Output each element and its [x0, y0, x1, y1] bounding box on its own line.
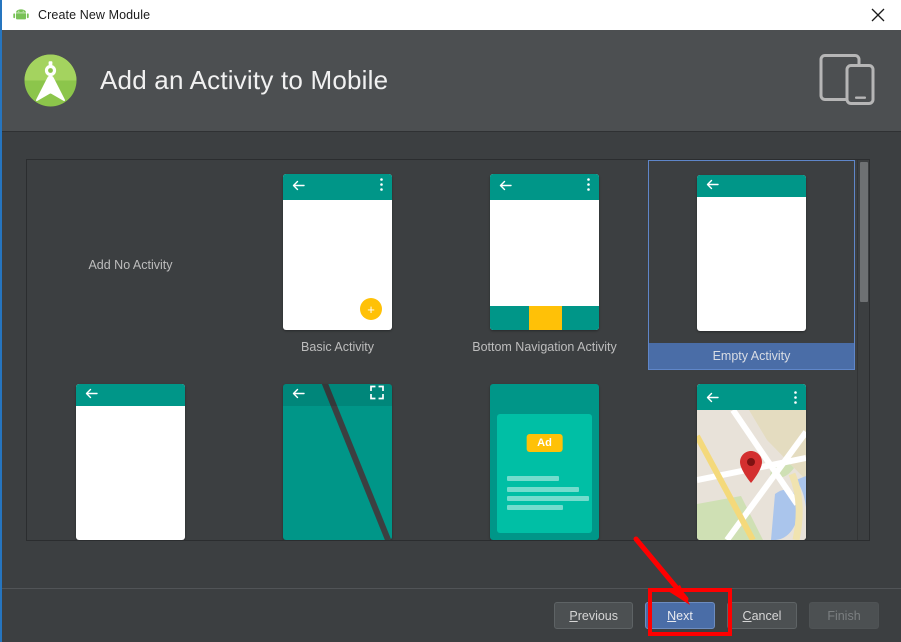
template-thumbnail	[649, 175, 854, 333]
back-arrow-icon	[706, 177, 719, 195]
dialog-header: Add an Activity to Mobile	[2, 30, 901, 132]
activity-gallery-panel: Add No Activity + Basic Activity Bottom …	[2, 133, 901, 588]
vertical-scrollbar[interactable]	[857, 160, 869, 540]
next-button[interactable]: Next	[645, 602, 715, 629]
back-arrow-icon	[292, 386, 305, 404]
template-label: Basic Activity	[301, 340, 374, 354]
template-google-maps-activity[interactable]	[648, 370, 855, 540]
android-icon	[12, 7, 30, 23]
activity-gallery[interactable]: Add No Activity + Basic Activity Bottom …	[26, 159, 870, 541]
template-thumbnail	[27, 384, 234, 540]
template-thumbnail	[234, 384, 441, 540]
back-arrow-icon	[292, 178, 305, 196]
floating-action-button-icon: +	[360, 298, 382, 320]
overflow-menu-icon	[587, 178, 590, 196]
template-thumbnail: Ad	[441, 384, 648, 540]
ad-badge: Ad	[526, 434, 563, 452]
previous-button-label: revious	[577, 608, 618, 623]
finish-button-label: inish	[834, 608, 861, 623]
cancel-button-mnemonic: C	[742, 608, 752, 623]
back-arrow-icon	[85, 386, 98, 404]
template-label: Empty Activity	[649, 343, 854, 369]
template-thumbnail	[648, 384, 855, 540]
finish-button-mnemonic: F	[827, 608, 835, 623]
scrollbar-thumb[interactable]	[860, 162, 868, 302]
template-ad-activity[interactable]: Ad	[441, 370, 648, 540]
template-label: Bottom Navigation Activity	[472, 340, 617, 354]
dialog-footer: Previous Next Cancel Finish	[2, 588, 901, 642]
next-button-mnemonic: N	[667, 608, 677, 623]
finish-button: Finish	[809, 602, 879, 629]
bottom-navigation-bar-icon	[490, 306, 599, 330]
fullscreen-icon	[370, 385, 384, 405]
window-title: Create New Module	[38, 8, 151, 22]
cancel-button[interactable]: Cancel	[727, 602, 797, 629]
previous-button[interactable]: Previous	[554, 602, 633, 629]
page-title: Add an Activity to Mobile	[100, 65, 389, 95]
close-icon[interactable]	[855, 0, 901, 30]
tablet-and-phone-icon	[819, 51, 875, 110]
template-thumbnail	[441, 174, 648, 332]
map-graphic-icon	[697, 384, 806, 540]
template-empty-activity[interactable]: Empty Activity	[648, 160, 855, 370]
template-fullscreen-activity[interactable]	[234, 370, 441, 540]
template-thumbnail: +	[234, 174, 441, 332]
template-add-no-activity[interactable]: Add No Activity	[27, 160, 234, 370]
android-studio-logo	[23, 53, 78, 108]
title-bar: Create New Module	[2, 0, 901, 30]
template-label: Add No Activity	[88, 258, 173, 272]
previous-button-mnemonic: P	[569, 608, 578, 623]
template-basic-activity[interactable]: + Basic Activity	[234, 160, 441, 370]
back-arrow-icon	[499, 178, 512, 196]
cancel-button-label: ancel	[751, 608, 782, 623]
create-new-module-dialog: Create New Module Add an Activity to Mob…	[0, 0, 901, 642]
next-button-label: ext	[676, 608, 693, 623]
template-bottom-navigation-activity[interactable]: Bottom Navigation Activity	[441, 160, 648, 370]
overflow-menu-icon	[380, 178, 383, 196]
diagonal-line-decoration	[317, 384, 392, 540]
template-plain-activity[interactable]	[27, 370, 234, 540]
